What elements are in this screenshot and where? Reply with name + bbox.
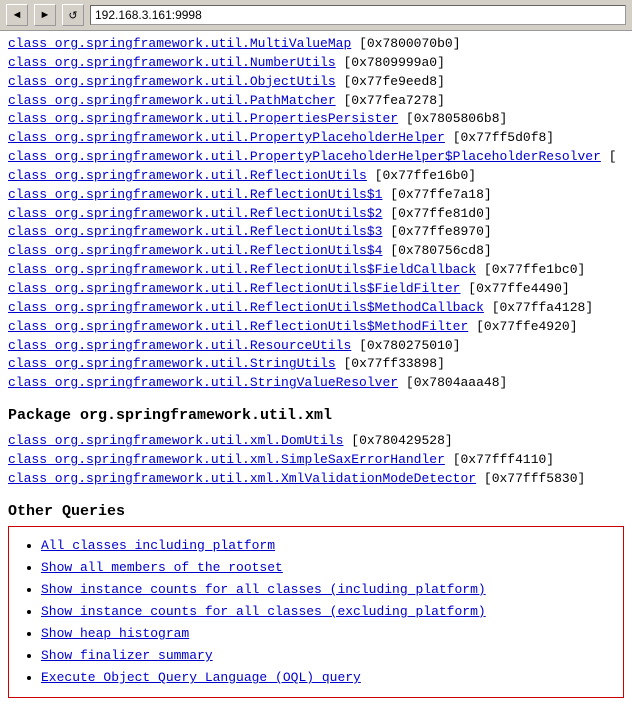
forward-button[interactable]: ► [34, 4, 56, 26]
list-item: Show instance counts for all classes (ex… [41, 601, 611, 623]
list-item: Show finalizer summary [41, 645, 611, 667]
class-link-stringutils[interactable]: class org.springframework.util.StringUti… [8, 356, 336, 371]
class-entry: class org.springframework.util.Reflectio… [8, 280, 624, 299]
all-classes-platform-link[interactable]: All classes including platform [41, 538, 275, 553]
class-link-reflectionutils3[interactable]: class org.springframework.util.Reflectio… [8, 224, 382, 239]
class-link-reflectionutils4[interactable]: class org.springframework.util.Reflectio… [8, 243, 382, 258]
class-entry: class org.springframework.util.StringVal… [8, 374, 624, 393]
class-entry: class org.springframework.util.Reflectio… [8, 242, 624, 261]
list-item: Execute Object Query Language (OQL) quer… [41, 667, 611, 689]
browser-chrome: ◄ ► ↺ [0, 0, 632, 31]
class-link-pathmatcher[interactable]: class org.springframework.util.PathMatch… [8, 93, 336, 108]
class-entry: class org.springframework.util.MultiValu… [8, 35, 624, 54]
instance-counts-excluding-link[interactable]: Show instance counts for all classes (ex… [41, 604, 486, 619]
xml-classes-list: class org.springframework.util.xml.DomUt… [8, 432, 624, 489]
class-link-numberutils[interactable]: class org.springframework.util.NumberUti… [8, 55, 336, 70]
class-entry: class org.springframework.util.ResourceU… [8, 337, 624, 356]
class-link-propertyplaceholderhelper[interactable]: class org.springframework.util.PropertyP… [8, 130, 445, 145]
list-item: Show instance counts for all classes (in… [41, 579, 611, 601]
class-link-stringvalueresolver[interactable]: class org.springframework.util.StringVal… [8, 375, 398, 390]
class-entry: class org.springframework.util.Reflectio… [8, 318, 624, 337]
queries-list: All classes including platform Show all … [41, 535, 611, 690]
class-entry: class org.springframework.util.xml.Simpl… [8, 451, 624, 470]
show-rootset-link[interactable]: Show all members of the rootset [41, 560, 283, 575]
other-queries-box: All classes including platform Show all … [8, 526, 624, 699]
class-link-reflectionutils1[interactable]: class org.springframework.util.Reflectio… [8, 187, 382, 202]
class-entry: class org.springframework.util.PropertyP… [8, 129, 624, 148]
class-entry: class org.springframework.util.NumberUti… [8, 54, 624, 73]
class-entry: class org.springframework.util.Propertie… [8, 110, 624, 129]
class-link-domutils[interactable]: class org.springframework.util.xml.DomUt… [8, 433, 343, 448]
class-entry: class org.springframework.util.xml.XmlVa… [8, 470, 624, 489]
class-link-xmlvalidationmodedetector[interactable]: class org.springframework.util.xml.XmlVa… [8, 471, 476, 486]
class-link-methodcallback[interactable]: class org.springframework.util.Reflectio… [8, 300, 484, 315]
list-item: Show all members of the rootset [41, 557, 611, 579]
class-link-fieldfilter[interactable]: class org.springframework.util.Reflectio… [8, 281, 460, 296]
class-entry: class org.springframework.util.Reflectio… [8, 186, 624, 205]
refresh-button[interactable]: ↺ [62, 4, 84, 26]
class-entry: class org.springframework.util.Reflectio… [8, 299, 624, 318]
class-link-propertiespersister[interactable]: class org.springframework.util.Propertie… [8, 111, 398, 126]
class-entry: class org.springframework.util.Reflectio… [8, 167, 624, 186]
back-button[interactable]: ◄ [6, 4, 28, 26]
class-link-objectutils[interactable]: class org.springframework.util.ObjectUti… [8, 74, 336, 89]
class-entry: class org.springframework.util.Reflectio… [8, 205, 624, 224]
other-queries-heading: Other Queries [8, 503, 624, 520]
util-classes-list: class org.springframework.util.MultiValu… [8, 35, 624, 393]
class-link-fieldcallback[interactable]: class org.springframework.util.Reflectio… [8, 262, 476, 277]
class-link-methodfilter[interactable]: class org.springframework.util.Reflectio… [8, 319, 468, 334]
class-link-resourceutils[interactable]: class org.springframework.util.ResourceU… [8, 338, 351, 353]
class-entry: class org.springframework.util.PropertyP… [8, 148, 624, 167]
list-item: All classes including platform [41, 535, 611, 557]
oql-query-link[interactable]: Execute Object Query Language (OQL) quer… [41, 670, 361, 685]
class-link-propertyplaceholderresolver[interactable]: class org.springframework.util.PropertyP… [8, 149, 601, 164]
class-entry: class org.springframework.util.Reflectio… [8, 261, 624, 280]
class-entry: class org.springframework.util.PathMatch… [8, 92, 624, 111]
list-item: Show heap histogram [41, 623, 611, 645]
class-entry: class org.springframework.util.Reflectio… [8, 223, 624, 242]
class-link-multivaluemap[interactable]: class org.springframework.util.MultiValu… [8, 36, 351, 51]
instance-counts-including-link[interactable]: Show instance counts for all classes (in… [41, 582, 486, 597]
class-link-reflectionutils2[interactable]: class org.springframework.util.Reflectio… [8, 206, 382, 221]
class-entry: class org.springframework.util.ObjectUti… [8, 73, 624, 92]
class-entry: class org.springframework.util.xml.DomUt… [8, 432, 624, 451]
class-entry: class org.springframework.util.StringUti… [8, 355, 624, 374]
finalizer-summary-link[interactable]: Show finalizer summary [41, 648, 213, 663]
heap-histogram-link[interactable]: Show heap histogram [41, 626, 189, 641]
page-content: class org.springframework.util.MultiValu… [0, 31, 632, 706]
xml-section-heading: Package org.springframework.util.xml [8, 407, 624, 424]
class-link-reflectionutils[interactable]: class org.springframework.util.Reflectio… [8, 168, 367, 183]
address-bar[interactable] [90, 5, 626, 25]
class-link-simplesaxerrorhandler[interactable]: class org.springframework.util.xml.Simpl… [8, 452, 445, 467]
